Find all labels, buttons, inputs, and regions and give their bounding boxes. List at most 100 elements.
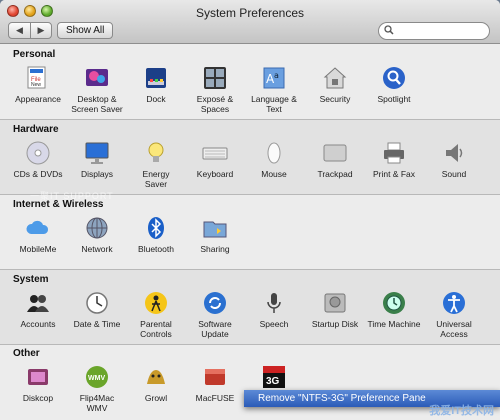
printer-icon [381,140,407,166]
pane-label: Speech [259,319,289,329]
mouse-icon [261,140,287,166]
back-forward-control: ◀ ▶ [8,22,52,39]
section-personal: Personal File New Appearance Desktop & Sc… [0,45,500,119]
pane-flip4mac[interactable]: WMV Flip4Mac WMV [63,364,131,413]
pane-keyboard[interactable]: Keyboard [181,140,249,179]
language-icon: Aa [261,65,287,91]
pane-label: Date & Time [73,319,121,329]
expose-icon [202,65,228,91]
section-title-other: Other [13,348,40,359]
search-input[interactable] [397,25,487,37]
system-preferences-window: System Preferences ◀ ▶ Show All Personal… [0,0,500,420]
pane-mobileme[interactable]: MobileMe [4,215,72,254]
pane-label: Trackpad [317,169,353,179]
pane-security[interactable]: Security [301,65,369,104]
pane-speech[interactable]: Speech [240,290,308,329]
watermark-site: 我爱IT技术网 [429,405,494,417]
pane-label: Keyboard [196,169,234,179]
svg-text:WMV: WMV [88,375,105,382]
pane-network[interactable]: Network [63,215,131,254]
pane-label: MacFUSE [195,393,235,403]
pane-time-machine[interactable]: Time Machine [360,290,428,329]
pane-print-fax[interactable]: Print & Fax [360,140,428,179]
pane-label: Language & Text [251,94,297,114]
pane-label: Sound [441,169,467,179]
folder-icon [202,215,228,241]
pane-macfuse[interactable]: MacFUSE [181,364,249,403]
pane-growl[interactable]: Growl [122,364,190,403]
section-hardware: Hardware CDs & DVDs Displays Energy Save… [0,120,500,194]
pane-sharing[interactable]: Sharing [181,215,249,254]
pane-startup-disk[interactable]: Startup Disk [301,290,369,329]
pane-label: Dock [146,94,166,104]
pane-universal-access[interactable]: Universal Access [420,290,488,339]
pane-label: Flip4Mac WMV [79,393,115,413]
pane-trackpad[interactable]: Trackpad [301,140,369,179]
window-title: System Preferences [195,6,305,20]
ntfs-icon: 3G [261,364,287,390]
pane-label: Spotlight [377,94,411,104]
watermark-text: 一聚IT SUPPORT [30,191,114,201]
search-field[interactable] [378,22,490,40]
section-system: System Accounts Date & Time Parental Con… [0,270,500,344]
svg-text:New: New [31,82,41,88]
clock-icon [84,290,110,316]
back-button[interactable]: ◀ [9,23,30,38]
pane-label: Growl [144,393,168,403]
energy-icon [143,140,169,166]
pane-label: Software Update [198,319,232,339]
macfuse-icon [202,364,228,390]
pane-label: Appearance [15,94,61,104]
pane-software-update[interactable]: Software Update [181,290,249,339]
pane-appearance[interactable]: File New Appearance [4,65,72,104]
pane-label: Startup Disk [311,319,359,329]
pane-label: Print & Fax [372,169,416,179]
section-title-hardware: Hardware [13,124,59,135]
pane-label: Time Machine [367,319,421,329]
pane-label: Energy Saver [142,169,170,189]
section-title-personal: Personal [13,49,56,60]
pane-label: Diskcop [22,393,54,403]
bluetooth-icon [143,215,169,241]
pane-label: Exposé & Spaces [196,94,234,114]
display-icon [84,140,110,166]
pane-accounts[interactable]: Accounts [4,290,72,329]
disk-icon [322,290,348,316]
pane-language-text[interactable]: Aa Language & Text [240,65,308,114]
pane-label: Accounts [20,319,56,329]
forward-button[interactable]: ▶ [30,23,51,38]
pane-date-time[interactable]: Date & Time [63,290,131,329]
security-icon [322,65,348,91]
parental-icon [143,290,169,316]
microphone-icon [261,290,287,316]
section-internet-wireless: Internet & Wireless MobileMe Network Blu… [0,195,500,269]
pane-displays[interactable]: Displays [63,140,131,179]
pane-label: Sharing [200,244,230,254]
trackpad-icon [322,140,348,166]
desktop-icon [84,65,110,91]
diskcop-icon [25,364,51,390]
show-all-button[interactable]: Show All [57,22,114,39]
pane-sound[interactable]: Sound [420,140,488,179]
accessibility-icon [441,290,467,316]
appearance-icon: File New [25,65,51,91]
pane-bluetooth[interactable]: Bluetooth [122,215,190,254]
toolbar-nav: ◀ ▶ Show All [8,22,114,39]
pane-label: MobileMe [19,244,57,254]
pane-label: Mouse [261,169,287,179]
pane-label: Desktop & Screen Saver [71,94,123,114]
titlebar: System Preferences ◀ ▶ Show All [0,0,500,44]
update-icon [202,290,228,316]
pane-diskcop[interactable]: Diskcop [4,364,72,403]
pane-label: Network [81,244,113,254]
pane-mouse[interactable]: Mouse [240,140,308,179]
cloud-icon [25,215,51,241]
svg-text:a: a [274,71,279,80]
pane-cds-dvds[interactable]: CDs & DVDs [4,140,72,179]
pane-expose-spaces[interactable]: Exposé & Spaces [181,65,249,114]
pane-dock[interactable]: Dock [122,65,190,104]
pane-energy-saver[interactable]: Energy Saver [122,140,190,189]
pane-spotlight[interactable]: Spotlight [360,65,428,104]
pane-desktop-screen-saver[interactable]: Desktop & Screen Saver [63,65,131,114]
pane-parental-controls[interactable]: Parental Controls [122,290,190,339]
